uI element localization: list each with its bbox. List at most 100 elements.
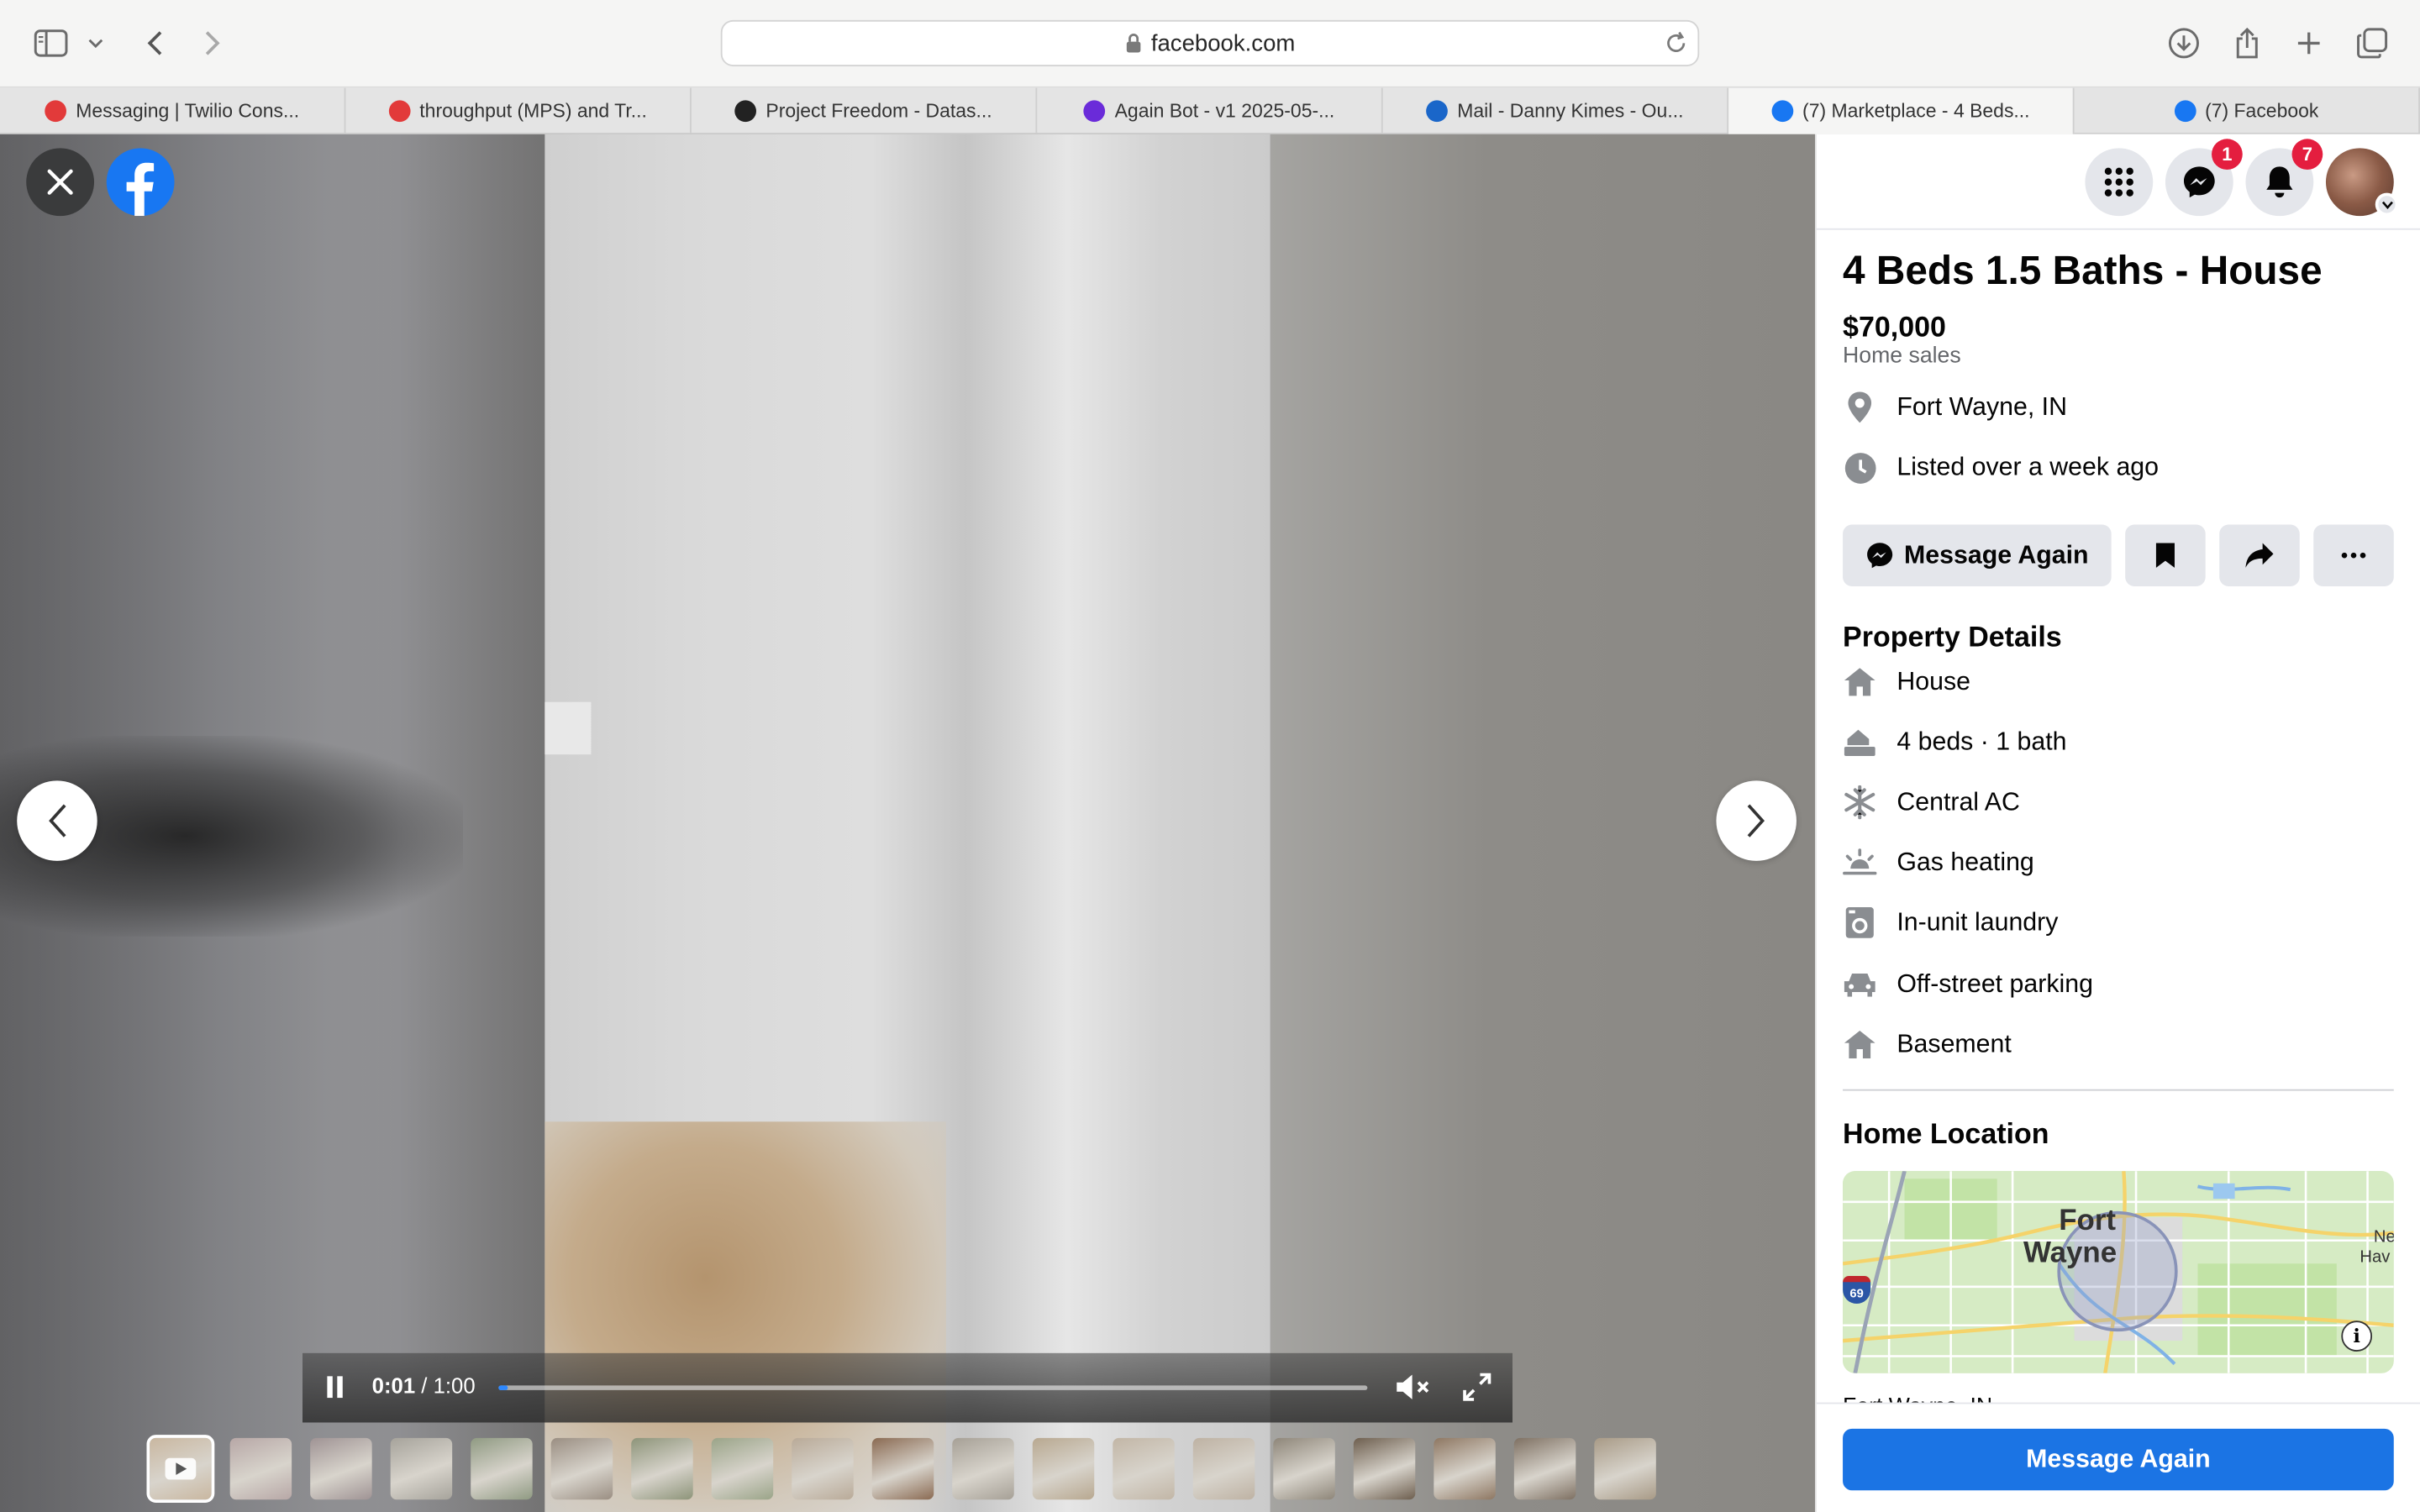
- browser-tab[interactable]: throughput (MPS) and Tr...: [345, 87, 692, 134]
- reload-icon[interactable]: [1664, 31, 1688, 62]
- browser-toolbar: facebook.com: [0, 0, 2420, 88]
- media-thumbnail[interactable]: [1594, 1437, 1656, 1500]
- location-map[interactable]: Fort Wayne Ne Hav 69 i: [1843, 1171, 2394, 1373]
- panel-header: 1 7: [1816, 134, 2420, 230]
- duration: 1:00: [433, 1373, 476, 1399]
- messenger-button[interactable]: 1: [2165, 139, 2243, 217]
- location-pin-icon: [1843, 391, 1876, 424]
- media-thumbnail[interactable]: [229, 1437, 292, 1500]
- tab-favicon-icon: [1771, 100, 1794, 123]
- listing-panel: 1 7 4 Beds 1.5 Baths - House $70,000 Hom…: [1815, 134, 2420, 1512]
- address-bar[interactable]: facebook.com: [720, 19, 1700, 66]
- back-icon[interactable]: [136, 24, 173, 61]
- media-thumbnail[interactable]: [471, 1437, 533, 1500]
- more-options-button[interactable]: [2313, 524, 2394, 586]
- media-thumbnail[interactable]: [711, 1437, 774, 1500]
- message-again-primary-button[interactable]: Message Again: [1843, 1428, 2394, 1491]
- notifications-button[interactable]: 7: [2245, 139, 2323, 217]
- video-time: 0:01 / 1:00: [372, 1373, 476, 1398]
- notifications-badge: 7: [2291, 139, 2323, 171]
- media-thumbnail[interactable]: [1192, 1437, 1255, 1500]
- media-thumbnail[interactable]: [1273, 1437, 1335, 1500]
- heating-icon: [1843, 846, 1877, 879]
- property-detail-item: In-unit laundry: [1843, 906, 2058, 939]
- media-thumbnail[interactable]: [310, 1437, 372, 1500]
- tab-label: Again Bot - v1 2025-05-...: [1114, 100, 1335, 123]
- tab-favicon-icon: [734, 100, 757, 123]
- download-icon[interactable]: [2165, 24, 2202, 61]
- car-icon: [1843, 968, 1876, 1001]
- media-thumbnail[interactable]: [1353, 1437, 1416, 1500]
- media-thumbnail[interactable]: [792, 1437, 854, 1500]
- close-icon: [47, 169, 73, 195]
- share-icon[interactable]: [2228, 24, 2265, 61]
- browser-tab[interactable]: (7) Marketplace - 4 Beds...: [1728, 87, 2075, 134]
- tab-favicon-icon: [388, 100, 411, 123]
- media-thumbnail[interactable]: [1113, 1437, 1175, 1500]
- lock-icon: [1125, 33, 1142, 55]
- home-location-heading: Home Location: [1843, 1116, 2049, 1150]
- grid-menu-icon: [2104, 167, 2133, 197]
- account-caret-icon[interactable]: [2375, 192, 2399, 217]
- sidebar-toggle-icon[interactable]: [33, 24, 70, 61]
- tab-label: (7) Marketplace - 4 Beds...: [1802, 100, 2030, 123]
- video-frame[interactable]: [544, 134, 1270, 1512]
- media-thumbnail[interactable]: [631, 1437, 693, 1500]
- property-detail-label: House: [1897, 667, 1970, 696]
- map-info-icon[interactable]: i: [2341, 1320, 2373, 1352]
- new-tab-icon[interactable]: [2291, 24, 2328, 61]
- laundry-icon: [1843, 906, 1876, 939]
- house-icon: [1843, 1027, 1876, 1061]
- media-thumbnail[interactable]: [550, 1437, 613, 1500]
- media-thumbnail[interactable]: [952, 1437, 1014, 1500]
- tab-favicon-icon: [45, 100, 67, 123]
- tab-favicon-icon: [1083, 100, 1106, 123]
- location-row[interactable]: Fort Wayne, IN: [1843, 391, 2067, 424]
- media-thumbnail[interactable]: [1513, 1437, 1576, 1500]
- pause-icon[interactable]: [324, 1373, 346, 1409]
- tab-bar: Messaging | Twilio Cons... throughput (MP…: [0, 87, 2420, 134]
- media-thumbnail[interactable]: [871, 1437, 934, 1500]
- property-detail-item: Basement: [1843, 1027, 2012, 1061]
- time-separator: /: [415, 1373, 434, 1399]
- property-detail-item: House: [1843, 665, 1970, 699]
- menu-button[interactable]: [2085, 148, 2154, 217]
- media-thumbnail[interactable]: [1434, 1437, 1496, 1500]
- fullscreen-icon[interactable]: [1461, 1372, 1492, 1410]
- chevron-down-icon[interactable]: [81, 24, 112, 61]
- media-thumbnail[interactable]: [146, 1435, 215, 1503]
- interstate-shield: 69: [1843, 1275, 1871, 1305]
- previous-button[interactable]: [17, 780, 97, 861]
- mute-icon[interactable]: [1394, 1372, 1434, 1410]
- browser-tab[interactable]: Project Freedom - Datas...: [692, 87, 1038, 134]
- message-again-button[interactable]: Message Again: [1843, 524, 2112, 586]
- browser-tab[interactable]: Messaging | Twilio Cons...: [0, 87, 346, 134]
- tab-label: throughput (MPS) and Tr...: [419, 100, 647, 123]
- property-detail-label: In-unit laundry: [1897, 907, 2059, 936]
- property-detail-label: Basement: [1897, 1030, 2012, 1058]
- next-button[interactable]: [1716, 780, 1797, 861]
- clock-icon: [1843, 450, 1876, 484]
- property-detail-item: 4 beds · 1 bath: [1843, 725, 2067, 759]
- property-detail-label: Central AC: [1897, 787, 2020, 816]
- share-button[interactable]: [2219, 524, 2300, 586]
- property-detail-item: Central AC: [1843, 785, 2020, 820]
- media-thumbnail[interactable]: [1032, 1437, 1095, 1500]
- listing-category[interactable]: Home sales: [1843, 344, 1961, 369]
- map-label-hav: Hav: [2360, 1247, 2391, 1267]
- browser-tab[interactable]: (7) Facebook: [2075, 87, 2420, 134]
- current-time: 0:01: [371, 1373, 416, 1399]
- tab-overview-icon[interactable]: [2354, 24, 2391, 61]
- share-arrow-icon: [2245, 543, 2274, 568]
- video-progress-bar[interactable]: [498, 1385, 1368, 1390]
- thumbnail-strip: [146, 1435, 1656, 1503]
- browser-tab[interactable]: Again Bot - v1 2025-05-...: [1037, 87, 1383, 134]
- media-thumbnail[interactable]: [390, 1437, 453, 1500]
- chevron-left-icon: [49, 804, 66, 837]
- browser-tab[interactable]: Mail - Danny Kimes - Ou...: [1383, 87, 1729, 134]
- forward-icon[interactable]: [194, 24, 231, 61]
- wall-outlet: [544, 701, 592, 755]
- save-button[interactable]: [2125, 524, 2206, 586]
- facebook-logo[interactable]: [106, 148, 175, 217]
- close-button[interactable]: [26, 148, 95, 217]
